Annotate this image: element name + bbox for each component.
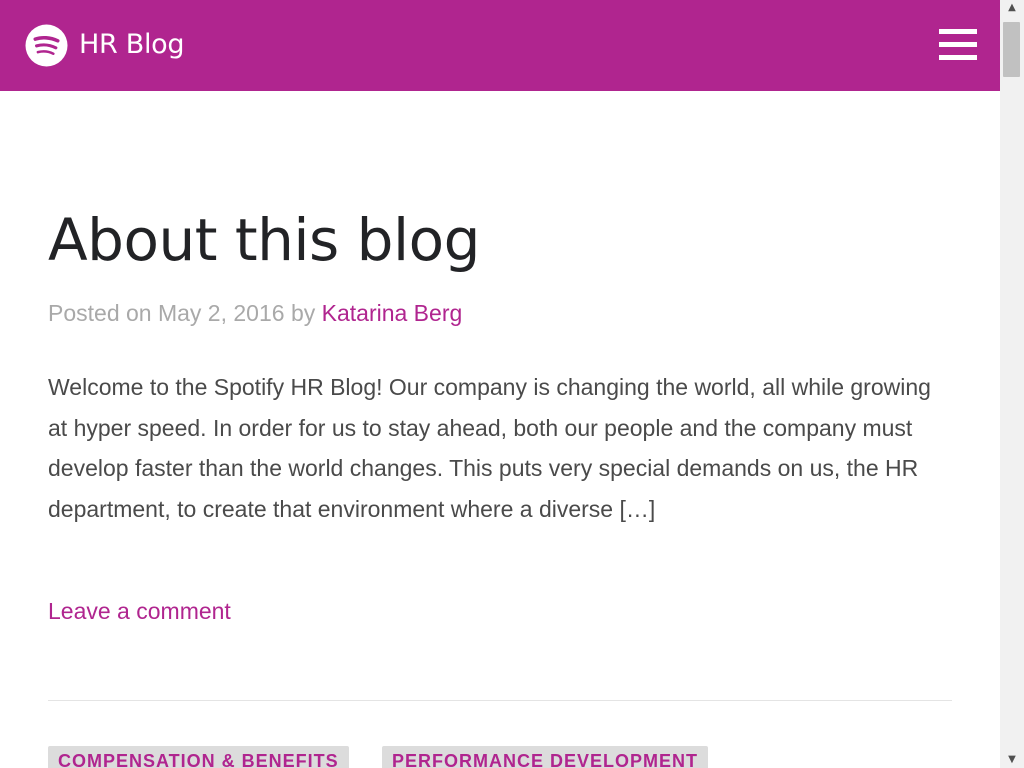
scrollbar-thumb[interactable] [1003, 22, 1020, 77]
post-meta: Posted on May 2, 2016 by Katarina Berg [48, 296, 462, 330]
spotify-logo-icon [25, 23, 68, 67]
hamburger-menu-icon[interactable] [939, 29, 977, 61]
vertical-scrollbar[interactable]: ▲ ▼ [1000, 0, 1024, 768]
site-brand-link[interactable]: HR Blog [25, 22, 185, 68]
page: HR Blog About this blog Posted on May 2,… [0, 0, 1000, 768]
scroll-down-arrow-icon[interactable]: ▼ [1000, 752, 1024, 768]
scroll-up-arrow-icon[interactable]: ▲ [1000, 0, 1024, 16]
post-title[interactable]: About this blog [48, 200, 480, 280]
leave-comment-link[interactable]: Leave a comment [48, 594, 231, 628]
divider [48, 700, 952, 701]
post-excerpt: Welcome to the Spotify HR Blog! Our comp… [48, 374, 931, 522]
author-link[interactable]: Katarina Berg [322, 300, 463, 326]
site-title[interactable]: HR Blog [79, 22, 185, 68]
site-header: HR Blog [0, 0, 1000, 91]
post-date-text: Posted on May 2, 2016 by [48, 300, 322, 326]
tag-performance-development[interactable]: PERFORMANCE DEVELOPMENT [382, 746, 709, 768]
tag-compensation-benefits[interactable]: COMPENSATION & BENEFITS [48, 746, 349, 768]
